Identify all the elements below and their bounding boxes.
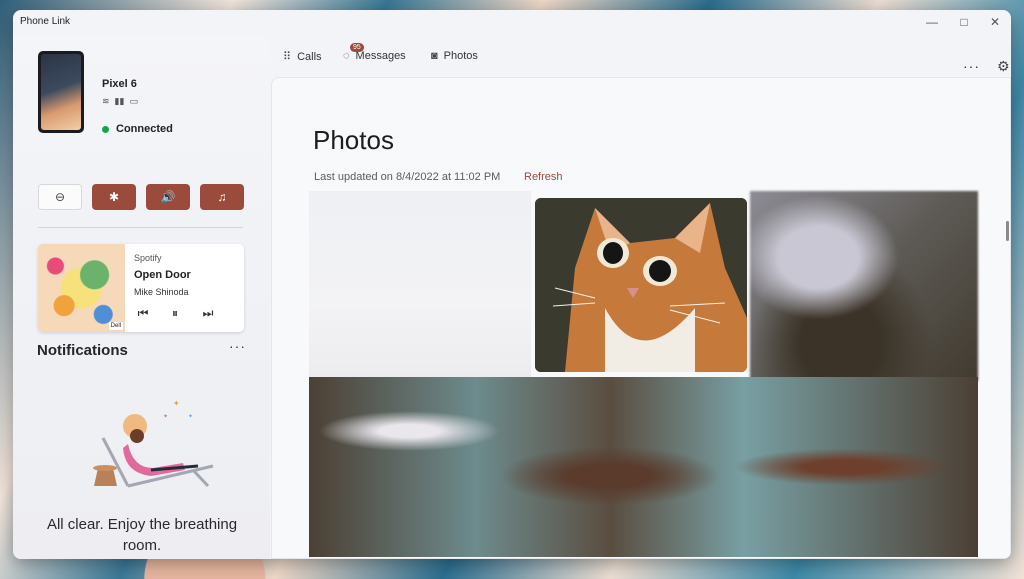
bluetooth-icon: ✱	[108, 190, 120, 204]
tab-calls-label: Calls	[297, 50, 322, 63]
notifications-title: Notifications	[37, 342, 128, 359]
svg-text:✦: ✦	[173, 399, 180, 408]
music-button[interactable]: ♫	[200, 184, 244, 210]
battery-icon: ▭	[129, 96, 138, 106]
next-track-button[interactable]: ⏭	[199, 306, 217, 321]
tab-messages[interactable]: ◌ 95 Messages	[343, 43, 406, 62]
wifi-icon: ≋	[102, 96, 110, 106]
connected-dot	[102, 125, 109, 133]
media-title: Open Door	[134, 269, 191, 281]
empty-notifications-message: All clear. Enjoy the breathing room.	[46, 516, 238, 554]
page-title: Photos	[313, 125, 394, 155]
do-not-disturb-button[interactable]: ⊖	[38, 184, 82, 210]
album-badge: Dell	[108, 322, 123, 330]
last-updated-text: Last updated on 8/4/2022 at 11:02 PM	[314, 171, 501, 183]
music-note-icon: ♫	[217, 190, 227, 204]
refresh-link[interactable]: Refresh	[524, 171, 563, 183]
device-status-icons: ≋ ▮▮ ▭	[102, 96, 138, 107]
more-options-button[interactable]: ···	[963, 58, 980, 74]
maximize-button[interactable]: □	[948, 13, 980, 31]
photo-tile-cat[interactable]	[535, 198, 747, 372]
photo-tile[interactable]	[309, 377, 978, 557]
signal-icon: ▮▮	[114, 96, 125, 106]
left-panel: Pixel 6 ≋ ▮▮ ▭ Connected ⊖ ✱ 🔊 ♫ Dell Sp…	[13, 36, 270, 559]
title-bar: Phone Link — □ ✕	[13, 10, 1011, 36]
device-name: Pixel 6	[102, 78, 137, 90]
phone-image	[38, 51, 84, 133]
bluetooth-button[interactable]: ✱	[92, 184, 136, 210]
connection-status: Connected	[102, 123, 173, 135]
album-art: Dell	[38, 244, 125, 332]
notifications-more-button[interactable]: ···	[229, 338, 246, 354]
message-icon: ◌ 95	[343, 43, 364, 62]
scrollbar-thumb[interactable]	[1006, 221, 1009, 241]
media-source: Spotify	[134, 253, 162, 263]
messages-badge: 95	[350, 43, 364, 52]
cat-photo	[535, 198, 747, 372]
photo-icon: ◙	[431, 50, 438, 62]
connection-label: Connected	[116, 123, 173, 135]
tab-photos[interactable]: ◙ Photos	[431, 50, 478, 62]
app-window: Phone Link — □ ✕ Pixel 6 ≋ ▮▮ ▭ Connecte…	[13, 10, 1011, 559]
minus-circle-icon: ⊖	[54, 190, 66, 204]
svg-text:✦: ✦	[188, 413, 193, 420]
speaker-icon: 🔊	[160, 190, 176, 204]
settings-icon[interactable]: ⚙	[997, 58, 1010, 75]
tab-calls[interactable]: ⠿ Calls	[283, 50, 322, 64]
pause-button[interactable]: ⏸	[166, 306, 184, 321]
previous-track-button[interactable]: ⏮	[134, 306, 152, 321]
svg-text:✦: ✦	[163, 413, 168, 420]
minimize-button[interactable]: —	[916, 13, 948, 31]
photo-tile[interactable]	[309, 191, 531, 380]
media-card[interactable]: Dell Spotify Open Door Mike Shinoda ⏮ ⏸ …	[38, 244, 244, 332]
volume-button[interactable]: 🔊	[146, 184, 190, 210]
relaxing-person-illustration: ✦ ✦ ✦	[93, 399, 214, 488]
divider	[38, 227, 243, 228]
close-button[interactable]: ✕	[979, 13, 1011, 31]
photo-tile[interactable]	[750, 191, 978, 381]
media-artist: Mike Shinoda	[134, 287, 189, 297]
app-title: Phone Link	[20, 16, 71, 27]
dialpad-icon: ⠿	[283, 51, 292, 63]
tab-messages-label: Messages	[355, 50, 406, 62]
tab-photos-label: Photos	[443, 50, 478, 62]
